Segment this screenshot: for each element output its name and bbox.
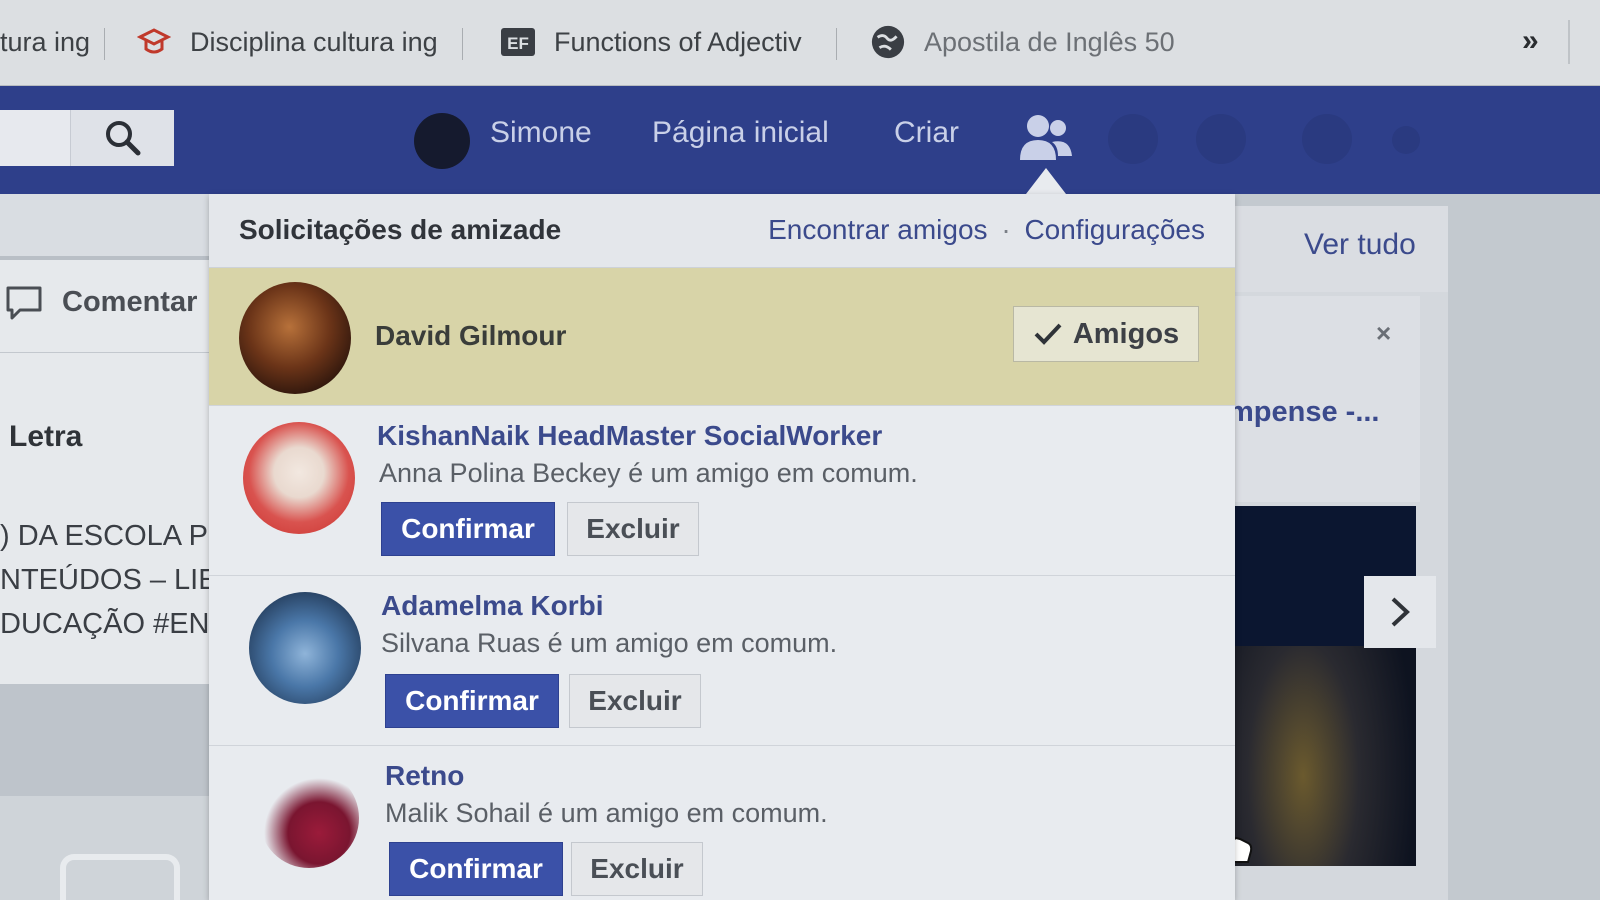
bookmark-label: tura ing [0, 26, 91, 57]
next-button[interactable] [1364, 576, 1436, 648]
friend-request-row: Retno Malik Sohail é um amigo em comum. … [209, 746, 1235, 900]
delete-button[interactable]: Excluir [569, 674, 701, 728]
graduation-cap-icon [136, 24, 172, 60]
find-friends-link[interactable]: Encontrar amigos [768, 214, 987, 245]
bookmark-separator [104, 28, 105, 60]
friend-requests-icon[interactable] [1018, 112, 1074, 164]
mutual-friend-text: Malik Sohail é um amigo em comum. [385, 798, 828, 828]
comment-label: Comentar [62, 285, 198, 318]
friend-requests-dropdown: Solicitações de amizade Encontrar amigos… [209, 194, 1235, 900]
comment-icon [6, 286, 42, 320]
svg-text:EF: EF [507, 34, 529, 53]
mutual-friend-text: Silvana Ruas é um amigo em comum. [381, 628, 838, 658]
account-menu-icon[interactable] [1392, 126, 1420, 154]
ef-logo-icon: EF [500, 24, 536, 60]
mutual-friend-text: Anna Polina Beckey é um amigo em comum. [379, 458, 918, 488]
see-all-link[interactable]: Ver tudo [1304, 228, 1416, 262]
post-text-line: ) DA ESCOLA P [0, 520, 208, 552]
friend-name[interactable]: KishanNaik HeadMaster SocialWorker [377, 420, 882, 452]
close-icon[interactable]: × [1376, 318, 1391, 349]
news-feed-column: Comentar Letra ) DA ESCOLA P NTEÚDOS – L… [0, 194, 225, 900]
avatar[interactable] [243, 422, 355, 534]
post-heading: Letra [9, 420, 83, 453]
avatar[interactable] [239, 282, 351, 394]
dropdown-header: Solicitações de amizade Encontrar amigos… [209, 194, 1235, 268]
search-icon [105, 121, 140, 156]
friend-request-row: Adamelma Korbi Silvana Ruas é um amigo e… [209, 576, 1235, 746]
home-link[interactable]: Página inicial [652, 116, 829, 150]
notifications-icon[interactable] [1196, 114, 1246, 164]
friends-status-button[interactable]: Amigos [1013, 306, 1199, 362]
delete-button[interactable]: Excluir [567, 502, 699, 556]
bookmark-item[interactable]: EF Functions of Adjectiv [500, 22, 830, 62]
bookmark-separator [1568, 20, 1570, 64]
dropdown-links: Encontrar amigos · Configurações [768, 214, 1205, 246]
link-separator: · [1001, 214, 1011, 245]
check-icon [1033, 321, 1063, 347]
post-text-line: NTEÚDOS – LIE [0, 564, 216, 596]
search-button[interactable] [70, 110, 174, 166]
bookmarks-bar: tura ing Disciplina cultura ing EF Funct… [0, 0, 1600, 86]
friend-name[interactable]: David Gilmour [375, 320, 566, 352]
comment-button[interactable]: Comentar [4, 282, 197, 322]
dropdown-title: Solicitações de amizade [239, 214, 562, 245]
friend-request-row: David Gilmour Amigos [209, 268, 1235, 406]
suggestion-image[interactable] [1228, 506, 1416, 866]
post-text-line: DUCAÇÃO #EN [0, 608, 210, 640]
friend-name[interactable]: Adamelma Korbi [381, 590, 604, 622]
dropdown-pointer [1026, 168, 1066, 194]
avatar[interactable] [249, 592, 361, 704]
suggestion-title[interactable]: mpense -... [1228, 396, 1380, 429]
messages-icon[interactable] [1108, 114, 1158, 164]
top-navigation-bar: Simone Página inicial Criar [0, 86, 1600, 194]
friend-request-row: KishanNaik HeadMaster SocialWorker Anna … [209, 406, 1235, 576]
avatar[interactable] [414, 113, 470, 169]
confirm-button[interactable]: Confirmar [389, 842, 563, 896]
bookmark-label: Apostila de Inglês 50 [924, 26, 1175, 57]
globe-icon [870, 24, 906, 60]
feed-card [0, 194, 225, 256]
camera-icon [60, 854, 180, 900]
bookmark-item[interactable]: tura ing [0, 22, 92, 62]
bookmark-item[interactable]: Disciplina cultura ing [136, 22, 456, 62]
delete-button[interactable]: Excluir [571, 842, 703, 896]
profile-link[interactable]: Simone [490, 116, 592, 150]
bookmark-item[interactable]: Apostila de Inglês 50 [870, 22, 1200, 62]
bookmarks-overflow-button[interactable]: » [1522, 24, 1539, 58]
chevron-right-icon [1391, 597, 1410, 627]
friend-name[interactable]: Retno [385, 760, 464, 792]
confirm-button[interactable]: Confirmar [381, 502, 555, 556]
help-icon[interactable] [1302, 114, 1352, 164]
create-link[interactable]: Criar [894, 116, 959, 150]
friends-status-label: Amigos [1072, 317, 1180, 350]
confirm-button[interactable]: Confirmar [385, 674, 559, 728]
bookmark-separator [836, 28, 837, 60]
bookmark-label: Functions of Adjectiv [554, 26, 802, 57]
settings-link[interactable]: Configurações [1024, 214, 1205, 245]
bookmark-label: Disciplina cultura ing [190, 26, 438, 57]
bookmark-separator [462, 28, 463, 60]
search-input[interactable] [0, 110, 70, 166]
divider [0, 352, 225, 353]
avatar[interactable] [259, 768, 359, 868]
